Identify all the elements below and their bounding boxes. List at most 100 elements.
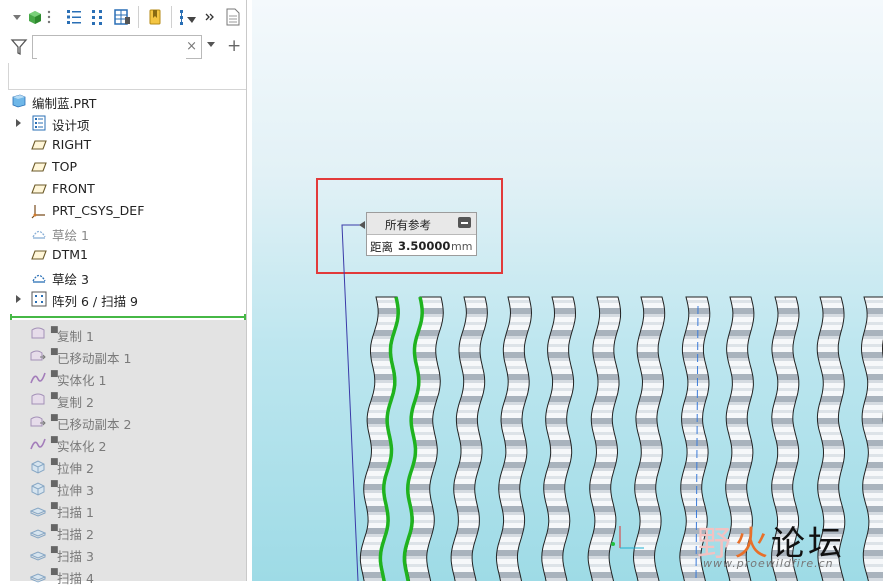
design-items-icon — [31, 115, 47, 131]
table-icon[interactable] — [112, 7, 132, 27]
tree-item-label: PRT_CSYS_DEF — [52, 203, 144, 218]
dimension-value-field[interactable]: 3.50000 — [398, 239, 450, 253]
tree-item-label: DTM1 — [52, 247, 88, 262]
funnel-icon[interactable] — [10, 38, 28, 59]
tree-item-label: 扫描 3 — [57, 546, 94, 565]
tree-item-label: RIGHT — [52, 137, 91, 152]
tree-item[interactable]: 设计项 — [0, 112, 246, 134]
tree-list-icon[interactable] — [64, 7, 84, 27]
extrude-icon — [30, 480, 46, 496]
tree-item[interactable]: TOP — [0, 156, 246, 178]
csys-icon — [31, 203, 47, 219]
tree-root[interactable]: 编制蓝.PRT — [0, 90, 246, 112]
suppressed-tree-item[interactable]: ■扫描 2 — [10, 521, 246, 543]
tree-root-label: 编制蓝.PRT — [32, 93, 96, 112]
suppressed-tree-item[interactable]: ■已移动副本 2 — [10, 411, 246, 433]
search-input[interactable] — [37, 37, 186, 59]
tree-item[interactable]: 草绘 3 — [0, 266, 246, 288]
suppressed-tree-item[interactable]: ■复制 1 — [10, 323, 246, 345]
watermark-url: www.proewildfire.cn — [703, 557, 834, 570]
sweep-ribbon[interactable] — [406, 297, 444, 581]
suppressed-tree-item[interactable]: ■实体化 1 — [10, 367, 246, 389]
tree-item-label: FRONT — [52, 181, 95, 196]
sweep-icon — [30, 546, 46, 562]
tree-item-label: 已移动副本 2 — [57, 414, 131, 433]
solidify-icon — [30, 436, 46, 452]
collapse-icon[interactable] — [458, 217, 471, 228]
suppressed-features-area: ■复制 1■已移动副本 1■实体化 1■复制 2■已移动副本 2■实体化 2■拉… — [10, 320, 246, 581]
bookmark-icon[interactable] — [145, 7, 165, 27]
dimension-header: 所有参考 — [367, 213, 476, 235]
dimension-box[interactable]: 所有参考 距离 3.50000 mm — [366, 212, 477, 256]
clear-icon[interactable]: × — [186, 39, 197, 54]
suppressed-tree-item[interactable]: ■扫描 3 — [10, 543, 246, 565]
model-tree-toolbar — [0, 0, 246, 34]
sweep-icon — [30, 568, 46, 584]
filter-row: × — [0, 34, 246, 62]
tree-item[interactable]: RIGHT — [0, 134, 246, 156]
tree-item[interactable]: PRT_CSYS_DEF — [0, 200, 246, 222]
expand-arrow-icon[interactable] — [16, 119, 21, 127]
suppressed-tree-item[interactable]: ■已移动副本 1 — [10, 345, 246, 367]
tree-filter-icon[interactable] — [178, 7, 198, 27]
dimension-label: 距离 — [370, 239, 393, 255]
tree-item-label: 拉伸 3 — [57, 480, 94, 499]
insert-here-marker[interactable] — [10, 316, 246, 318]
suppressed-tree-item[interactable]: ■扫描 4 — [10, 565, 246, 587]
dropdown-arrow-icon[interactable] — [12, 7, 22, 27]
expand-arrow-icon[interactable] — [16, 295, 21, 303]
tree-item-label: 实体化 2 — [57, 436, 106, 455]
datum-plane-icon — [31, 181, 47, 197]
tree-item-label: 草绘 1 — [52, 225, 89, 244]
suppressed-tree-item[interactable]: ■复制 2 — [10, 389, 246, 411]
forum-watermark: 野火论坛 www.proewildfire.cn — [697, 498, 883, 581]
datum-plane-icon — [31, 159, 47, 175]
add-icon[interactable]: + — [227, 36, 241, 56]
tree-item-label: 复制 2 — [57, 392, 94, 411]
moved-copy-icon — [30, 348, 46, 364]
suppressed-tree-item[interactable]: ■拉伸 3 — [10, 477, 246, 499]
sweep-ribbon[interactable] — [542, 297, 576, 581]
moved-copy-icon — [30, 414, 46, 430]
toolbar-separator — [138, 6, 139, 28]
more-chevron-icon[interactable] — [204, 7, 216, 27]
dimension-anchor-icon — [359, 221, 365, 229]
sketch-icon — [31, 225, 47, 241]
sweep-ribbon[interactable] — [588, 297, 621, 581]
tree-item-label: TOP — [52, 159, 77, 174]
tree-columns-icon[interactable] — [88, 7, 108, 27]
tree-item[interactable]: 草绘 1 — [0, 222, 246, 244]
toolbar-separator — [171, 6, 172, 28]
search-dropdown-icon[interactable] — [207, 42, 215, 47]
datum-plane-icon — [31, 247, 47, 263]
suppressed-tree-item[interactable]: ■拉伸 2 — [10, 455, 246, 477]
tree-item-label: 拉伸 2 — [57, 458, 94, 477]
dimension-header-label: 所有参考 — [385, 217, 431, 233]
suppressed-tree-item[interactable]: ■实体化 2 — [10, 433, 246, 455]
sweep-icon — [30, 524, 46, 540]
tree-item[interactable]: FRONT — [0, 178, 246, 200]
tree-item-label: 阵列 6 / 扫描 9 — [52, 291, 138, 310]
dimension-row[interactable]: 距离 3.50000 mm — [367, 235, 476, 255]
graphics-window[interactable] — [252, 0, 883, 581]
model-geometry[interactable] — [252, 0, 883, 581]
sweep-ribbon[interactable] — [496, 297, 531, 581]
copy-icon — [30, 326, 46, 342]
sweep-icon — [30, 502, 46, 518]
tree-item-label: 扫描 2 — [57, 524, 94, 543]
document-icon[interactable] — [224, 7, 242, 27]
sweep-ribbon[interactable] — [451, 297, 487, 581]
datum-plane-icon — [31, 137, 47, 153]
tree-item-label: 草绘 3 — [52, 269, 89, 288]
tree-item-label: 复制 1 — [57, 326, 94, 345]
suppressed-tree-item[interactable]: ■扫描 1 — [10, 499, 246, 521]
sweep-ribbon[interactable] — [634, 297, 665, 581]
pattern-icon — [31, 291, 47, 307]
model-tree-panel: × + 编制蓝.PRT 设计项 RIGHT TOP FRONT PRT_CSYS_DEF… — [0, 0, 247, 581]
search-field[interactable]: × — [32, 35, 202, 59]
tree-item[interactable]: 阵列 6 / 扫描 9 — [0, 288, 246, 310]
tree-item-label: 设计项 — [52, 115, 90, 134]
tree-item-label: 扫描 4 — [57, 568, 94, 587]
model-cube-icon[interactable] — [26, 7, 44, 27]
tree-item[interactable]: DTM1 — [0, 244, 246, 266]
